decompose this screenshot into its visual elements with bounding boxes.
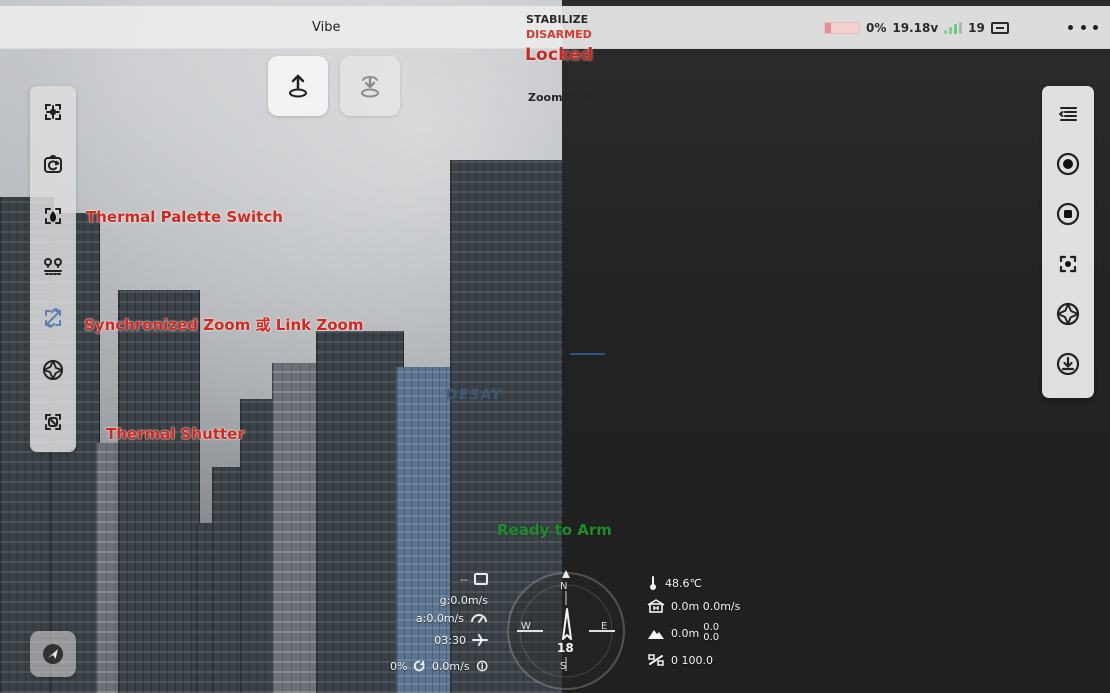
thermal-shutter-annotation: Thermal Shutter xyxy=(106,425,245,443)
menu-icon xyxy=(1059,107,1077,121)
flight-time: 03:30 xyxy=(434,633,466,647)
synchronized-zoom-button[interactable] xyxy=(37,302,69,334)
navigate-button[interactable] xyxy=(30,631,76,677)
takeoff-icon xyxy=(289,74,307,98)
connection-icon xyxy=(990,22,1009,34)
stop-icon xyxy=(1056,202,1080,226)
home-distance-speed: 0.0m 0.0m/s xyxy=(671,599,741,613)
left-top-value: -- xyxy=(460,572,468,586)
telemetry-row: 0.0m 0.0 0.0 xyxy=(647,623,740,643)
speed-gauge-icon xyxy=(471,614,487,623)
aperture-button[interactable] xyxy=(37,354,69,386)
lock-status: Locked xyxy=(525,45,594,65)
takeoff-button[interactable] xyxy=(268,56,328,116)
altitude-stack: 0.0 0.0 xyxy=(703,623,719,643)
telemetry-left: -- g:0.0m/s a:0.0m/s 03:30 0% 0.0m/s xyxy=(390,570,488,674)
return-home-button[interactable] xyxy=(340,56,400,116)
aperture-icon xyxy=(43,360,63,380)
camera-switch-icon xyxy=(44,155,62,173)
gimbal-center-button[interactable] xyxy=(37,96,69,128)
navigation-arrow-icon xyxy=(43,644,63,664)
heading-number: 18 xyxy=(557,641,574,655)
percent-value: 0% xyxy=(390,659,408,673)
telemetry-row: -- xyxy=(390,570,488,588)
thermal-palette-switch-annotation: Thermal Palette Switch xyxy=(86,208,283,226)
air-speed: a:0.0m/s xyxy=(415,611,464,625)
route-button[interactable] xyxy=(37,250,69,282)
ground-speed: g:0.0m/s xyxy=(439,593,488,607)
telemetry-right: 48.6℃ 0.0m 0.0m/s 0.0m 0.0 0.0 0 100.0 xyxy=(647,575,740,667)
aperture-icon xyxy=(1056,302,1080,326)
thermal-shutter-icon xyxy=(45,414,61,430)
route-icon xyxy=(44,258,62,275)
dot-icon xyxy=(1093,24,1098,30)
status-indicators: 0% 19.18v 19 xyxy=(824,20,1009,36)
download-icon xyxy=(1056,352,1080,376)
mountain-icon xyxy=(648,630,664,639)
telemetry-row: 03:30 xyxy=(390,632,488,648)
building xyxy=(118,290,200,693)
app-title: Vibe xyxy=(312,20,341,35)
record-icon xyxy=(1056,152,1080,176)
synchronized-zoom-annotation: Synchronized Zoom 或 Link Zoom xyxy=(84,316,364,334)
compass-east-label: E xyxy=(601,621,608,632)
satellite-icon xyxy=(648,654,664,666)
altitude-main: 0.0m xyxy=(671,626,700,640)
thermal-palette-icon xyxy=(45,208,61,224)
stop-button[interactable] xyxy=(1052,198,1084,230)
compass-south-label: S xyxy=(560,661,567,672)
right-toolbar xyxy=(1042,86,1094,398)
gimbal-center-icon xyxy=(45,104,61,120)
telemetry-row: g:0.0m/s xyxy=(390,592,488,608)
battery-percent: 0% xyxy=(866,21,887,35)
building-sign: DESAY xyxy=(445,387,503,403)
more-menu-button[interactable] xyxy=(1068,18,1098,36)
left-toolbar xyxy=(30,86,76,452)
collapse-menu-button[interactable] xyxy=(1052,98,1084,130)
telemetry-row: 0.0m 0.0m/s xyxy=(647,599,740,613)
record-button[interactable] xyxy=(1052,148,1084,180)
building xyxy=(272,363,320,693)
home-distance-icon xyxy=(647,599,665,613)
compass-north-label: N xyxy=(560,581,568,592)
thermometer-icon xyxy=(650,576,656,590)
app-screen: DESAY Vibe STABILIZE DISARMED Locked Zoo… xyxy=(0,0,1110,693)
flight-mode: STABILIZE xyxy=(526,13,589,26)
spin-icon xyxy=(414,660,426,672)
airplane-icon xyxy=(472,634,488,646)
telemetry-row: 0% 0.0m/s xyxy=(390,658,488,674)
top-action-buttons xyxy=(268,56,400,116)
focus-target-button[interactable] xyxy=(1052,248,1084,280)
thermal-shutter-button[interactable] xyxy=(37,406,69,438)
altitude-bottom: 0.0 xyxy=(703,632,720,643)
dot-icon xyxy=(1080,24,1086,30)
info-icon xyxy=(476,660,488,672)
camera-switch-button[interactable] xyxy=(37,148,69,180)
arm-status: DISARMED xyxy=(526,28,592,41)
thermal-palette-switch-button[interactable] xyxy=(37,200,69,232)
return-home-icon xyxy=(361,76,379,98)
dot-icon xyxy=(1068,24,1073,30)
aperture-settings-button[interactable] xyxy=(1052,298,1084,330)
telemetry-row: 0 100.0 xyxy=(647,653,740,667)
vertical-speed: 0.0m/s xyxy=(431,659,470,673)
compass-west-label: W xyxy=(521,621,531,632)
ready-to-arm-status: Ready to Arm xyxy=(497,521,612,539)
telemetry-row: 48.6℃ xyxy=(647,575,740,591)
satellite-count: 19 xyxy=(968,21,985,35)
link-zoom-icon xyxy=(45,308,61,328)
zoom-level: ZoomX1.0 xyxy=(528,91,591,104)
thermal-camera-feed xyxy=(562,0,1110,693)
satellite-signal: 0 100.0 xyxy=(671,653,713,667)
battery-icon xyxy=(824,22,860,34)
download-button[interactable] xyxy=(1052,348,1084,380)
temperature: 48.6℃ xyxy=(665,576,702,590)
signal-strength-icon xyxy=(944,22,963,34)
focus-target-icon xyxy=(1059,255,1077,273)
compass-widget: N W E S 18 xyxy=(497,569,635,693)
battery-voltage: 19.18v xyxy=(892,21,939,35)
altitude-icon xyxy=(474,573,488,585)
thermal-crosshair xyxy=(570,353,605,355)
telemetry-row: a:0.0m/s xyxy=(390,610,488,626)
